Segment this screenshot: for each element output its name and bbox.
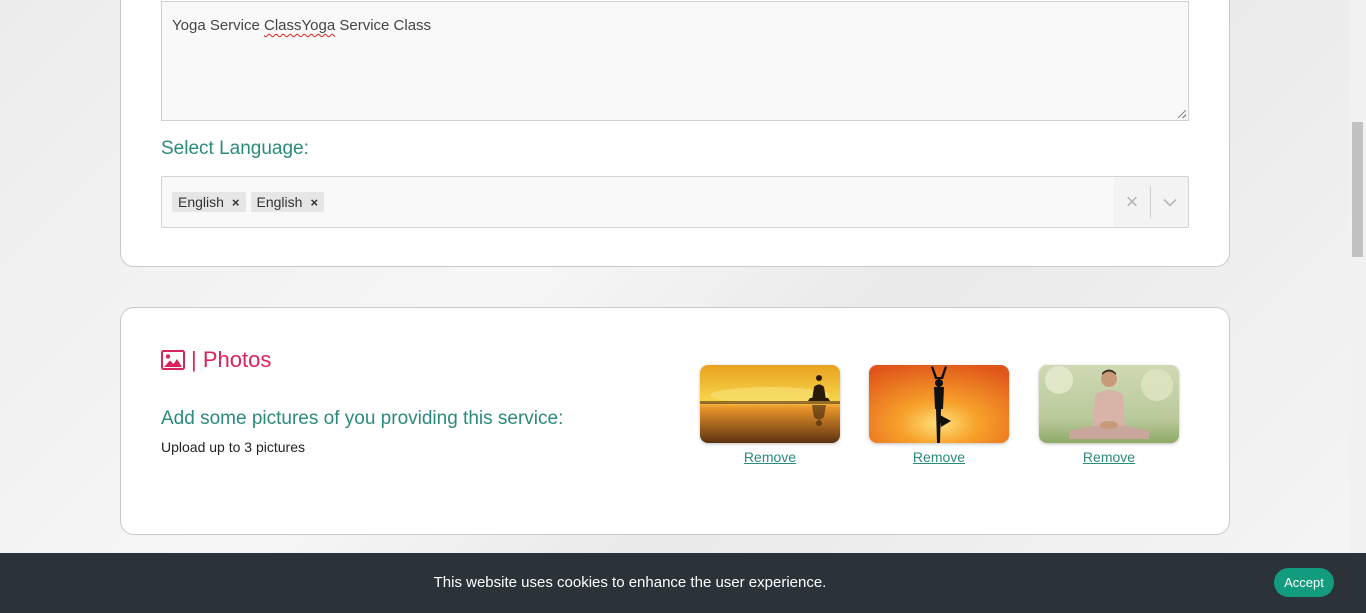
language-chip-remove-button[interactable]: × — [307, 195, 324, 210]
photo-thumbnail[interactable] — [700, 365, 840, 443]
accept-cookies-button[interactable]: Accept — [1274, 568, 1334, 597]
photos-heading: | Photos — [161, 347, 271, 373]
language-select-controls: × — [1114, 177, 1188, 227]
language-chip: English × — [250, 192, 325, 212]
scrollbar-thumb[interactable] — [1352, 122, 1363, 257]
description-text-1: Yoga Service — [172, 17, 265, 34]
service-details-card: Yoga Service ClassYoga Service Class Sel… — [120, 0, 1230, 267]
cookie-banner: This website uses cookies to enhance the… — [0, 553, 1366, 613]
language-chip: English × — [172, 192, 246, 212]
scrollbar-track[interactable] — [1349, 0, 1366, 553]
photo-item: Remove — [869, 365, 1009, 467]
description-text-misspelled: ClassYoga — [264, 17, 336, 34]
photos-card: | Photos Add some pictures of you provid… — [120, 307, 1230, 535]
language-chip-label: English — [178, 194, 224, 210]
photo-item: Remove — [700, 365, 840, 467]
clear-icon[interactable]: × — [1114, 191, 1150, 213]
textarea-resize-handle[interactable] — [1178, 110, 1186, 118]
language-chip-remove-button[interactable]: × — [229, 195, 246, 210]
select-language-label: Select Language: — [161, 138, 309, 159]
cookie-message: This website uses cookies to enhance the… — [433, 574, 827, 591]
photo-item: Remove — [1039, 365, 1179, 467]
page: Yoga Service ClassYoga Service Class Sel… — [0, 0, 1366, 613]
language-selected-values: English × English × — [172, 192, 325, 212]
remove-photo-link[interactable]: Remove — [913, 449, 965, 465]
photo-thumbnail[interactable] — [869, 365, 1009, 443]
image-icon — [161, 350, 185, 370]
language-chip-label: English — [256, 194, 303, 210]
language-multiselect[interactable]: English × English × × — [161, 176, 1189, 228]
remove-photo-link[interactable]: Remove — [1083, 449, 1135, 465]
photos-upload-hint: Upload up to 3 pictures — [161, 439, 305, 455]
photos-title: | Photos — [191, 347, 272, 372]
photos-subtitle: Add some pictures of you providing this … — [161, 408, 564, 429]
photo-thumbnail[interactable] — [1039, 365, 1179, 443]
description-text-2: Service Class — [335, 17, 432, 34]
chevron-down-icon[interactable] — [1151, 198, 1188, 207]
service-description-textarea[interactable]: Yoga Service ClassYoga Service Class — [161, 1, 1189, 121]
remove-photo-link[interactable]: Remove — [744, 449, 796, 465]
